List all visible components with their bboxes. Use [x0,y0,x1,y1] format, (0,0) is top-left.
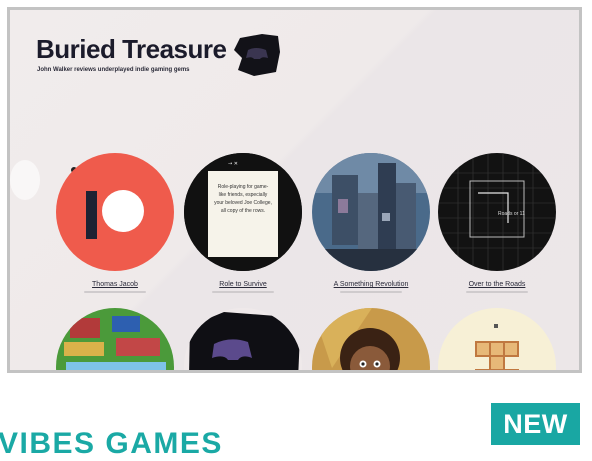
game-title[interactable]: A Something Revolution [310,281,432,288]
patreon-icon[interactable] [56,153,174,271]
game-tile-4[interactable]: Roads or 11 Over to the Roads [436,153,558,293]
game-tile-1[interactable]: Thomas Jacob [54,153,176,293]
game-tile-7[interactable] [310,308,432,370]
game-tile-6[interactable] [182,308,304,370]
pixel-cityscape-art[interactable] [312,153,430,271]
controller-blob-art[interactable] [184,308,302,370]
grid-map-art[interactable]: Roads or 11 [438,153,556,271]
website-screenshot: Buried Treasure John Walker reviews unde… [7,7,582,373]
text-card-art[interactable]: → ✕ Role-playing for game-like friends, … [184,153,302,271]
game-meta [466,291,528,293]
game-meta [340,291,402,293]
site-title[interactable]: Buried Treasure [36,34,227,65]
svg-text:→ ✕: → ✕ [228,161,238,167]
site-tagline: John Walker reviews underplayed indie ga… [37,67,190,73]
cartoon-girl-art[interactable] [312,308,430,370]
game-tile-3[interactable]: A Something Revolution [310,153,432,293]
map-label: Roads or 11 [498,211,525,217]
game-meta [212,291,274,293]
game-title[interactable]: Over to the Roads [436,281,558,288]
game-title[interactable]: Role to Survive [182,281,304,288]
game-meta [84,291,146,293]
section-heading: VIBES GAMES [0,427,223,460]
game-tile-8[interactable] [436,308,558,370]
new-badge: NEW [491,403,580,445]
card-text: Role-playing for game-like friends, espe… [214,184,272,214]
game-title[interactable]: Thomas Jacob [54,281,176,288]
pixel-village-art[interactable] [56,308,174,370]
site-logo-icon[interactable] [232,32,282,78]
game-tile-5[interactable] [54,308,176,370]
block-puzzle-art[interactable] [438,308,556,370]
game-tile-2[interactable]: → ✕ Role-playing for game-like friends, … [182,153,304,293]
